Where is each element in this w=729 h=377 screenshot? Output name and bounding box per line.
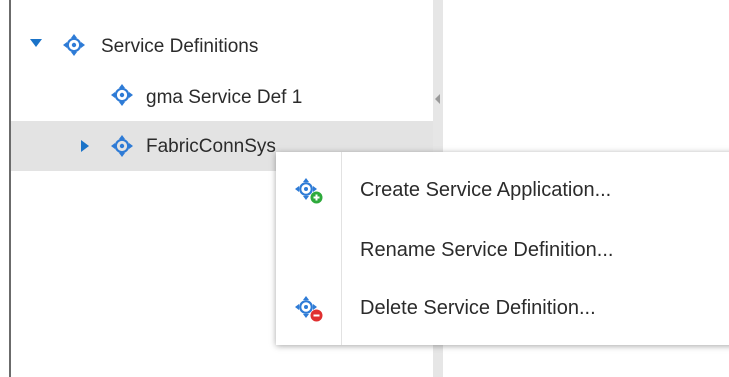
- delete-service-definition-icon: [295, 296, 323, 322]
- tree-node-label: Service Definitions: [101, 36, 259, 57]
- create-service-application-icon: [295, 178, 323, 204]
- menu-item-label: Create Service Application...: [360, 179, 612, 201]
- menu-item-create-service-application[interactable]: Create Service Application...: [276, 160, 729, 220]
- menu-item-rename-service-definition[interactable]: Rename Service Definition...: [276, 220, 729, 280]
- expand-right-icon[interactable]: [81, 140, 89, 152]
- menu-item-delete-service-definition[interactable]: Delete Service Definition...: [276, 278, 729, 338]
- tree-node-label: gma Service Def 1: [146, 87, 303, 108]
- service-definition-icon: [63, 34, 85, 56]
- menu-item-label: Delete Service Definition...: [360, 297, 596, 319]
- context-menu: Create Service Application... Rename Ser…: [276, 152, 729, 345]
- menu-item-label: Rename Service Definition...: [360, 239, 614, 261]
- service-definition-icon: [111, 135, 133, 157]
- tree-node-gma-service-def-1[interactable]: gma Service Def 1: [11, 71, 433, 121]
- tree-node-label: FabricConnSys: [146, 136, 276, 157]
- service-definition-icon: [111, 84, 133, 106]
- expand-down-icon[interactable]: [30, 39, 42, 47]
- tree-node-service-definitions[interactable]: Service Definitions: [11, 22, 433, 72]
- collapse-panel-arrow-icon[interactable]: [435, 94, 440, 104]
